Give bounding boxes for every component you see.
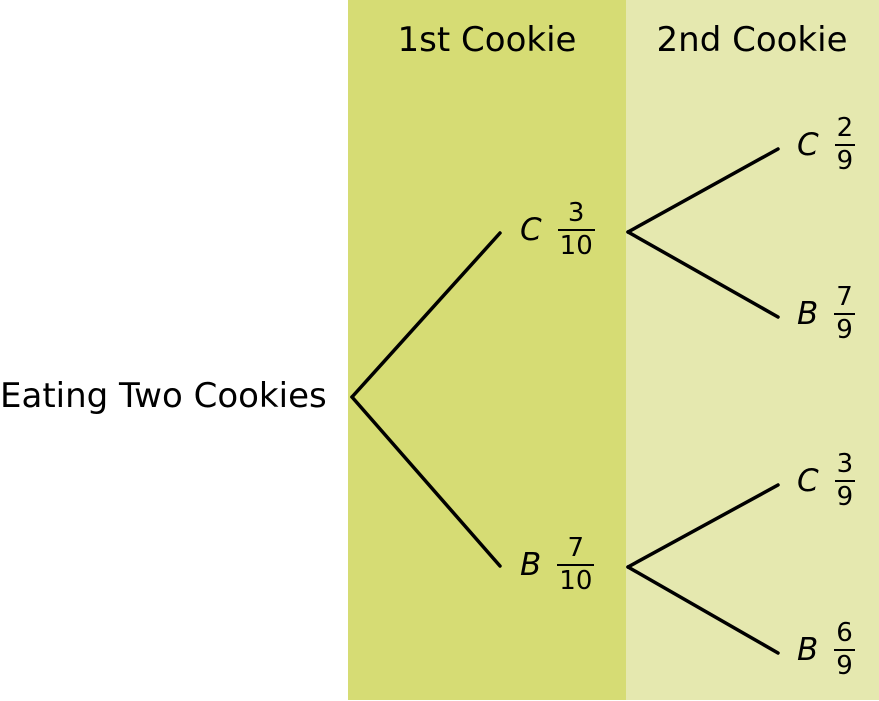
outcome-letter: B <box>797 632 819 668</box>
first-cookie-b-node: B 7 10 <box>520 533 595 596</box>
branch-first-c-to-second-c <box>626 147 780 234</box>
probability-fraction: 7 10 <box>557 533 595 596</box>
second-cookie-b-after-b-node: B 6 9 <box>797 619 855 681</box>
branch-first-c-to-second-b <box>626 230 780 319</box>
tree-branches <box>350 147 780 655</box>
probability-fraction: 6 9 <box>834 619 855 681</box>
probability-fraction: 3 9 <box>834 449 856 512</box>
fraction-numerator: 7 <box>567 533 585 563</box>
fraction-numerator: 3 <box>567 198 585 228</box>
fraction-denominator: 10 <box>557 229 595 261</box>
outcome-letter: B <box>797 296 819 332</box>
fraction-denominator: 9 <box>834 480 856 512</box>
second-cookie-c-after-c-node: C 2 9 <box>797 113 856 176</box>
branch-root-to-first-b <box>350 395 502 568</box>
branch-first-b-to-second-b <box>626 565 780 655</box>
outcome-letter: C <box>520 212 542 248</box>
second-cookie-c-after-b-node: C 3 9 <box>797 449 856 512</box>
second-cookie-b-after-c-node: B 7 9 <box>797 283 855 345</box>
branch-root-to-first-c <box>350 231 502 399</box>
fraction-denominator: 9 <box>834 144 856 176</box>
fraction-numerator: 7 <box>836 282 853 312</box>
fraction-denominator: 9 <box>834 313 855 345</box>
fraction-denominator: 9 <box>834 649 855 681</box>
outcome-letter: C <box>797 127 819 163</box>
probability-fraction: 7 9 <box>834 283 855 345</box>
fraction-numerator: 2 <box>836 113 854 143</box>
probability-fraction: 2 9 <box>834 113 856 176</box>
first-cookie-c-node: C 3 10 <box>520 199 595 261</box>
outcome-letter: B <box>520 547 542 583</box>
fraction-numerator: 6 <box>836 618 853 648</box>
outcome-letter: C <box>797 463 819 499</box>
fraction-denominator: 10 <box>557 564 595 596</box>
fraction-numerator: 3 <box>836 449 854 479</box>
branch-first-b-to-second-c <box>626 483 780 569</box>
probability-fraction: 3 10 <box>557 198 595 261</box>
